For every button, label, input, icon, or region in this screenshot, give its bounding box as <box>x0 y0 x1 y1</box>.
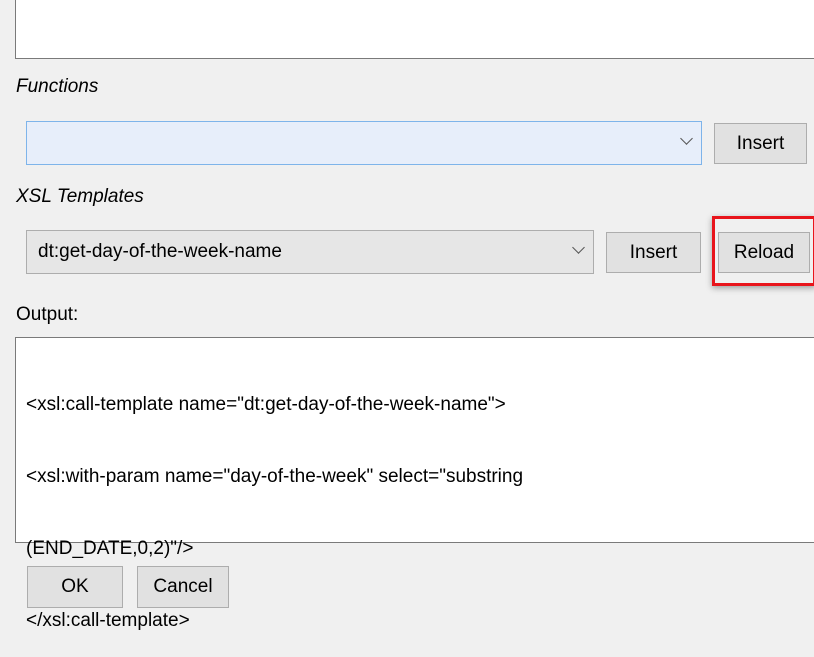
output-line: (END_DATE,0,2)"/> <box>26 538 194 559</box>
chevron-down-icon <box>680 132 693 145</box>
xsl-templates-dropdown[interactable]: dt:get-day-of-the-week-name <box>26 230 594 274</box>
output-line: <xsl:call-template name="dt:get-day-of-t… <box>26 394 506 415</box>
functions-insert-button[interactable]: Insert <box>714 123 807 164</box>
output-line: </xsl:call-template> <box>26 610 190 631</box>
functions-label: Functions <box>16 76 99 97</box>
chevron-down-icon <box>572 241 585 254</box>
xsl-templates-label: XSL Templates <box>16 186 144 207</box>
output-label: Output: <box>16 304 79 325</box>
cancel-button[interactable]: Cancel <box>137 566 229 608</box>
reload-highlight-box <box>712 216 814 286</box>
ok-button[interactable]: OK <box>27 566 123 608</box>
output-line: <xsl:with-param name="day-of-the-week" s… <box>26 466 524 487</box>
xsl-templates-insert-button[interactable]: Insert <box>606 232 701 273</box>
output-textarea[interactable]: <xsl:call-template name="dt:get-day-of-t… <box>15 337 814 631</box>
expression-textarea[interactable] <box>15 0 814 59</box>
xsl-templates-selected: dt:get-day-of-the-week-name <box>38 241 282 262</box>
functions-dropdown[interactable] <box>26 121 702 165</box>
